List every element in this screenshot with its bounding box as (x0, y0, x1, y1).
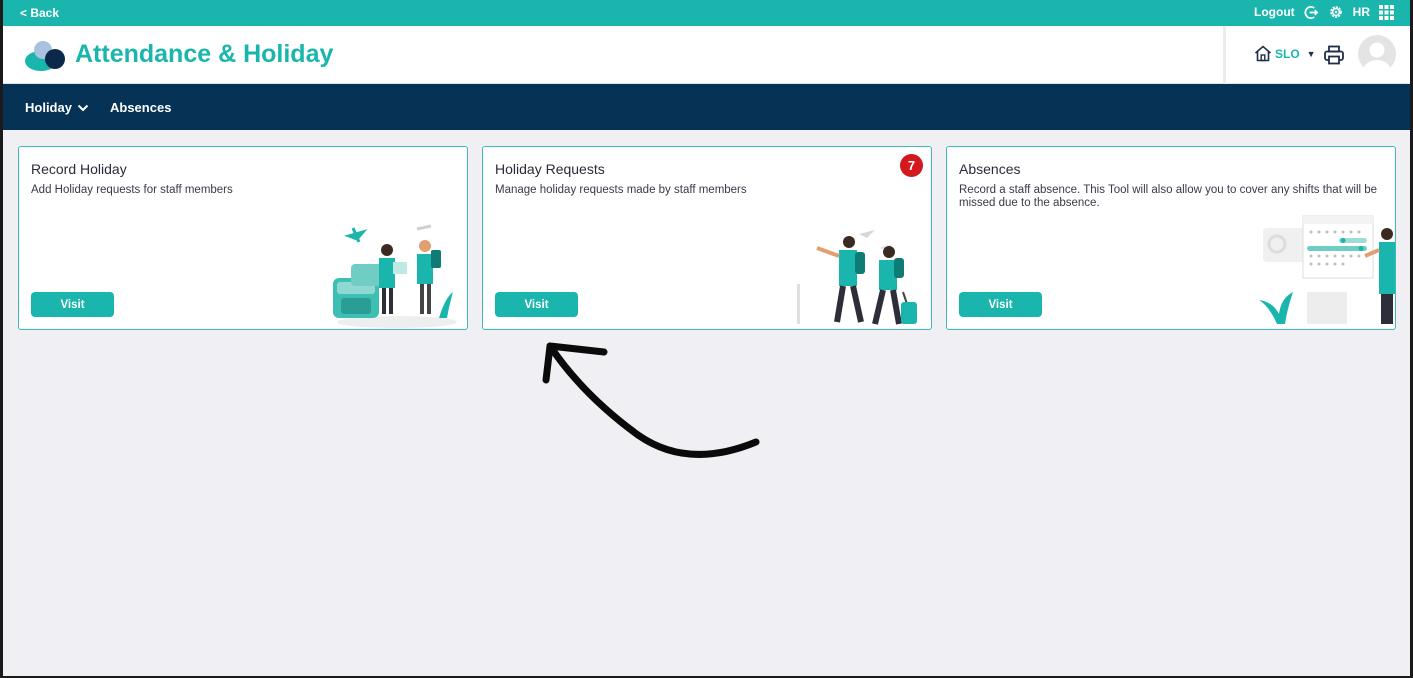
nav-item-holiday[interactable]: Holiday (25, 100, 89, 115)
logout-link[interactable]: Logout (1254, 5, 1295, 19)
card-description: Record a staff absence. This Tool will a… (959, 184, 1378, 209)
nav-item-label: Holiday (25, 100, 72, 115)
back-link[interactable]: < Back (20, 6, 59, 20)
travelers-luggage-illustration (333, 224, 457, 328)
main-nav: Holiday Absences (3, 84, 1410, 130)
calendar-person-illustration (1259, 215, 1395, 324)
top-bar-actions: Logout HR (1254, 4, 1394, 20)
apps-grid-icon[interactable] (1379, 4, 1394, 20)
app-header: Attendance & Holiday SLO ▼ (3, 26, 1410, 84)
module-label[interactable]: HR (1353, 5, 1370, 19)
app-logo-icon (25, 41, 65, 71)
card-absences: Absences Record a staff absence. This To… (946, 146, 1396, 330)
app-window: < Back Logout HR Attendance & Holiday SL… (3, 0, 1410, 676)
card-record-holiday: Record Holiday Add Holiday requests for … (18, 146, 468, 330)
chevron-down-icon (77, 104, 89, 111)
site-selector[interactable]: SLO ▼ (1254, 45, 1316, 62)
visit-button[interactable]: Visit (495, 292, 578, 317)
user-avatar[interactable] (1358, 35, 1396, 73)
card-description: Manage holiday requests made by staff me… (495, 184, 747, 196)
site-label: SLO (1275, 46, 1300, 61)
nav-item-absences[interactable]: Absences (110, 100, 171, 115)
nav-item-label: Absences (110, 100, 172, 115)
annotation-arrow (542, 342, 760, 458)
card-title: Holiday Requests (495, 161, 605, 177)
card-title: Record Holiday (31, 161, 127, 177)
card-title: Absences (959, 161, 1021, 177)
card-holiday-requests: Holiday Requests 7 Manage holiday reques… (482, 146, 932, 330)
header-divider (1223, 26, 1226, 84)
app-title: Attendance & Holiday (75, 40, 334, 68)
card-description: Add Holiday requests for staff members (31, 184, 233, 196)
logout-icon[interactable] (1304, 5, 1319, 20)
visit-button[interactable]: Visit (31, 292, 114, 317)
print-icon[interactable] (1323, 44, 1345, 66)
travelers-walking-illustration (797, 230, 917, 325)
top-bar: < Back Logout HR (3, 0, 1410, 26)
home-icon (1254, 45, 1272, 62)
logout-label: Logout (1254, 5, 1295, 19)
gear-icon[interactable] (1328, 4, 1344, 20)
notification-badge: 7 (900, 154, 923, 177)
visit-button[interactable]: Visit (959, 292, 1042, 317)
user-avatar-icon (1363, 42, 1391, 73)
caret-down-icon: ▼ (1306, 48, 1316, 59)
